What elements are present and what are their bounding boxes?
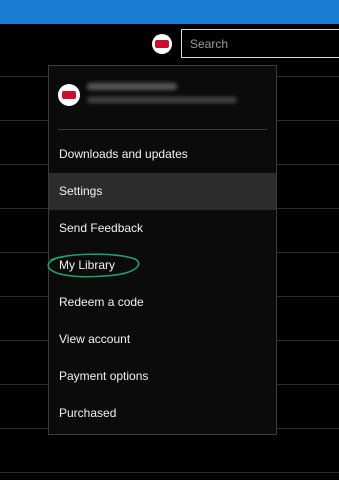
title-bar-accent (0, 0, 339, 24)
menu-item-redeem-a-code[interactable]: Redeem a code (49, 284, 276, 321)
account-menu: Downloads and updates Settings Send Feed… (48, 65, 277, 435)
account-avatar-icon (58, 84, 80, 106)
menu-item-my-library[interactable]: My Library (49, 247, 276, 284)
account-header[interactable] (49, 66, 276, 128)
menu-item-payment-options[interactable]: Payment options (49, 358, 276, 395)
menu-item-downloads-and-updates[interactable]: Downloads and updates (49, 136, 276, 173)
search-input[interactable] (181, 29, 339, 58)
menu-item-settings[interactable]: Settings (49, 173, 276, 210)
account-email-redacted (87, 97, 237, 103)
menu-item-purchased[interactable]: Purchased (49, 395, 276, 432)
account-name-redacted (87, 83, 177, 90)
menu-item-send-feedback[interactable]: Send Feedback (49, 210, 276, 247)
account-avatar-button[interactable] (152, 34, 172, 54)
menu-items: Downloads and updates Settings Send Feed… (49, 136, 276, 432)
avatar-logo-icon (62, 91, 76, 99)
menu-separator (58, 129, 267, 130)
menu-item-view-account[interactable]: View account (49, 321, 276, 358)
avatar-logo-icon (155, 40, 169, 48)
background-divider (0, 472, 339, 473)
